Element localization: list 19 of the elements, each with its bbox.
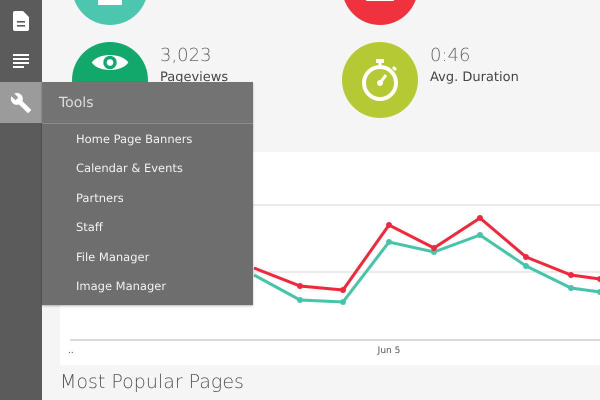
axis-label: .. <box>68 346 74 356</box>
menu-item[interactable]: File Manager <box>42 242 253 272</box>
wrench-icon <box>10 92 32 114</box>
sidebar-item[interactable] <box>0 82 42 123</box>
menu-item[interactable]: Home Page Banners <box>42 124 253 154</box>
section-title: Most Popular Pages <box>60 371 245 393</box>
document-icon <box>13 10 29 30</box>
stopwatch-icon <box>360 58 400 102</box>
menu-title: Tools <box>42 82 253 124</box>
list-icon <box>13 54 29 69</box>
menu-item[interactable]: Calendar & Events <box>42 154 253 183</box>
menu-item[interactable]: Staff <box>42 212 253 242</box>
menu-item[interactable]: Partners <box>42 183 253 212</box>
stat-value: 0:46 <box>430 45 472 66</box>
menu-item[interactable]: Image Manager <box>42 272 253 301</box>
stat-value: 3,023 <box>160 45 213 66</box>
stat-label: Avg. Duration <box>430 70 519 85</box>
stat-label: Pageviews <box>160 70 228 85</box>
axis-label: Jun 5 <box>378 346 400 356</box>
